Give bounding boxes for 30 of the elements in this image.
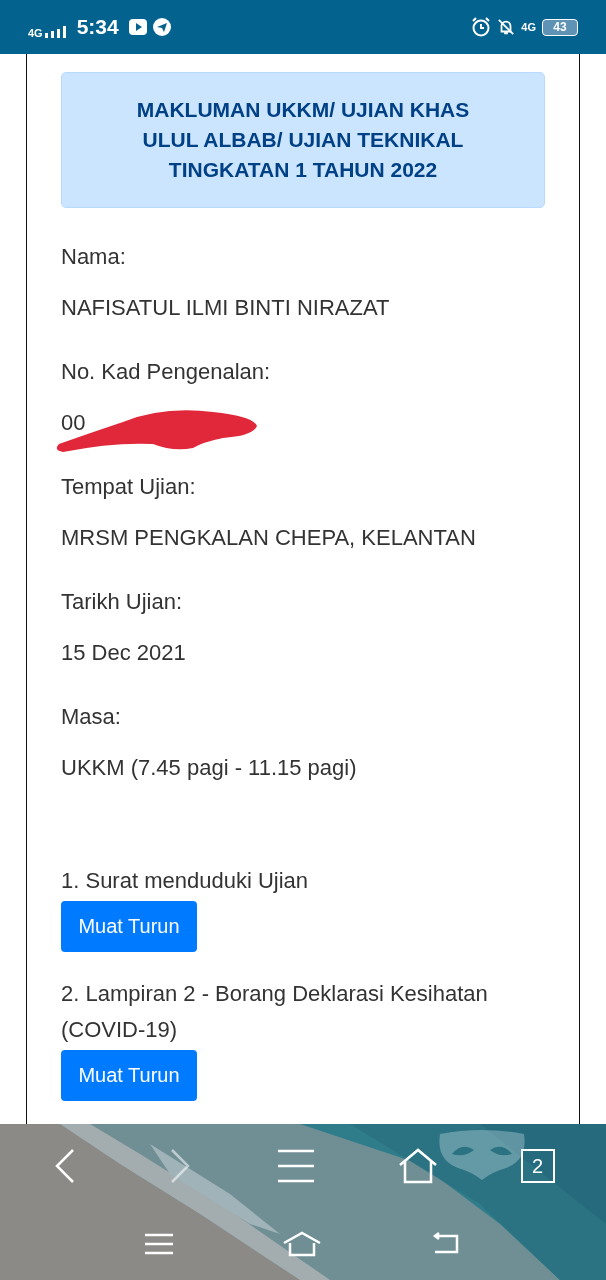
field-label: No. Kad Pengenalan: — [61, 358, 272, 386]
field-value: UKKM (7.45 pagi - 11.15 pagi) — [61, 755, 357, 780]
network-type: 4G — [521, 21, 536, 33]
paper-plane-icon — [152, 18, 171, 36]
alarm-clock-icon — [471, 17, 492, 37]
field-label: Tempat Ujian: — [61, 473, 197, 501]
field-label: Masa: — [61, 703, 122, 731]
field-label: Tarikh Ujian: — [61, 588, 184, 616]
home-icon[interactable] — [397, 1148, 438, 1184]
field-value: MRSM PENGKALAN CHEPA, KELANTAN — [61, 525, 476, 550]
field-value: 00 — [61, 410, 86, 435]
signal-icon — [44, 26, 67, 38]
mask-icon — [436, 1130, 528, 1180]
play-icon — [128, 18, 147, 36]
tab-count-button[interactable]: 2 — [520, 1149, 555, 1183]
clock: 5:34 — [76, 15, 119, 39]
download-button[interactable]: Muat Turun — [61, 901, 197, 952]
field-value: 15 Dec 2021 — [61, 640, 186, 665]
home-key-icon[interactable] — [282, 1231, 322, 1257]
download-button[interactable]: Muat Turun — [61, 1050, 197, 1101]
recent-apps-icon[interactable] — [144, 1233, 173, 1255]
network-type: 4G — [28, 27, 43, 39]
document-label: 2. Lampiran 2 - Borang Deklarasi Kesihatan (COVID-19) — [61, 980, 489, 1044]
battery-level: 43 — [553, 20, 567, 34]
notice-title: MAKLUMAN UKKM/ UJIAN KHAS ULUL ALBAB/ UJIAN TEKNIKAL TINGKATAN 1 TAHUN 2022 — [135, 97, 471, 183]
field-value: NAFISATUL ILMI BINTI NIRAZAT — [61, 295, 390, 320]
document-label: 1. Surat menduduki Ujian — [61, 867, 310, 895]
field-label: Nama: — [61, 243, 127, 271]
menu-icon[interactable] — [277, 1149, 315, 1183]
bell-off-icon — [497, 17, 516, 37]
